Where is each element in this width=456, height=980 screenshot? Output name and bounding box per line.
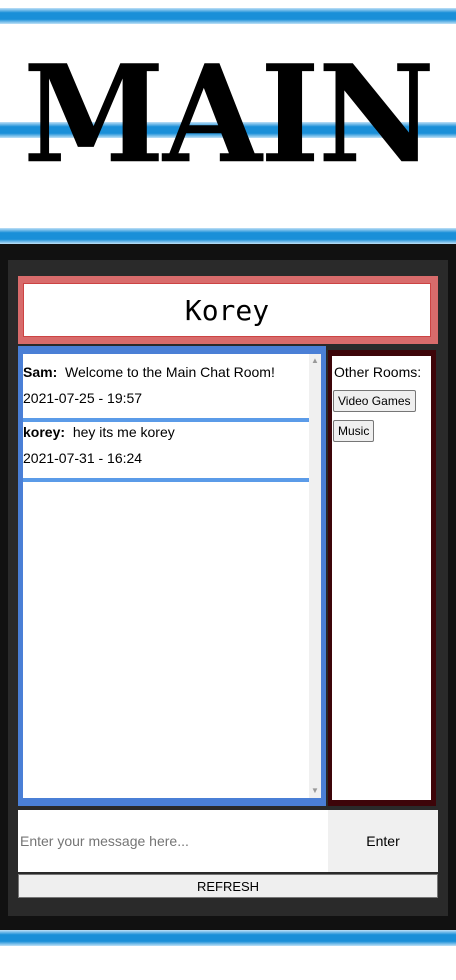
page-header: MAIN: [0, 0, 456, 244]
message-list[interactable]: Sam: Welcome to the Main Chat Room! 2021…: [23, 354, 321, 798]
room-button-video-games[interactable]: Video Games: [333, 390, 416, 412]
rooms-label: Other Rooms:: [334, 364, 422, 380]
enter-button[interactable]: Enter: [328, 810, 438, 872]
message-author: Sam:: [23, 364, 58, 380]
chat-panel: Sam: Welcome to the Main Chat Room! 2021…: [18, 346, 326, 806]
room-button-music[interactable]: Music: [333, 420, 375, 442]
message-author: korey:: [23, 424, 66, 440]
user-box: Korey: [18, 276, 438, 344]
user-box-inner: Korey: [23, 283, 431, 337]
page-title: MAIN: [23, 36, 435, 194]
refresh-button[interactable]: REFRESH: [18, 874, 438, 898]
message-text: hey its me korey: [72, 424, 175, 440]
scroll-down-arrow-icon[interactable]: ▼: [309, 784, 321, 798]
bottom-stripe: [0, 228, 456, 244]
current-user-name: Korey: [184, 294, 270, 327]
message-timestamp: 2021-07-31 - 16:24: [23, 450, 143, 466]
message-timestamp: 2021-07-25 - 19:57: [23, 390, 143, 406]
scroll-up-arrow-icon[interactable]: ▲: [309, 354, 321, 368]
top-stripe: [0, 8, 456, 24]
rooms-panel-inner: Other Rooms: Video Games Music: [332, 356, 431, 800]
message-text: Welcome to the Main Chat Room!: [65, 364, 275, 380]
message-scrollbar[interactable]: ▲ ▼: [309, 354, 321, 798]
rooms-panel: Other Rooms: Video Games Music: [328, 350, 436, 806]
message-divider: [23, 418, 309, 422]
composer: Enter: [18, 810, 438, 872]
footer-stripe: [0, 930, 456, 946]
message-divider: [23, 478, 309, 482]
message-input[interactable]: [18, 810, 326, 872]
